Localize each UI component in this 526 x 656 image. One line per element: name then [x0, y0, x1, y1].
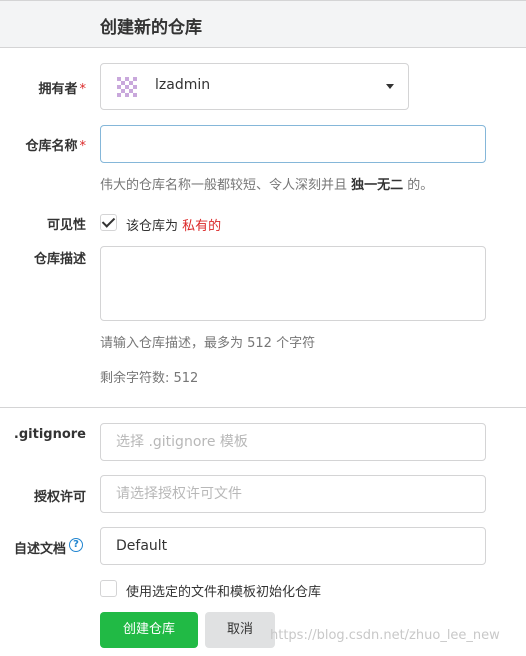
owner-dropdown[interactable]: lzadmin: [100, 63, 409, 110]
repo-name-help: 伟大的仓库名称一般都较短、令人深刻并且 独一无二 的。: [100, 178, 434, 193]
visibility-label: 可见性: [46, 218, 86, 233]
description-label: 仓库描述: [33, 252, 86, 267]
chevron-down-icon: [386, 84, 394, 89]
private-checkbox[interactable]: [100, 214, 117, 231]
owner-name: lzadmin: [155, 77, 211, 93]
license-select[interactable]: [100, 475, 486, 513]
watermark: https://blog.csdn.net/zhuo_lee_new: [270, 628, 500, 643]
description-textarea[interactable]: [100, 246, 486, 321]
readme-select[interactable]: [100, 527, 486, 565]
page-header: 创建新的仓库: [0, 0, 526, 48]
auto-init-checkbox[interactable]: [100, 580, 117, 597]
create-repo-button[interactable]: 创建仓库: [100, 612, 198, 648]
repo-name-input[interactable]: [100, 125, 486, 163]
page-title: 创建新的仓库: [100, 18, 202, 38]
repo-name-label: 仓库名称 *: [25, 139, 87, 154]
question-circle-icon[interactable]: ?: [69, 538, 83, 552]
remaining-chars: 剩余字符数: 512: [100, 371, 199, 386]
cancel-button[interactable]: 取消: [205, 612, 275, 648]
license-label: 授权许可: [33, 490, 86, 505]
private-checkbox-label: 该仓库为 私有的: [126, 219, 222, 234]
avatar: [115, 75, 139, 99]
required-mark: *: [79, 82, 87, 97]
description-help: 请输入仓库描述，最多为 512 个字符: [100, 336, 316, 351]
gitignore-select[interactable]: [100, 423, 486, 461]
required-mark: *: [79, 139, 87, 154]
gitignore-label: .gitignore: [13, 427, 86, 442]
owner-label: 拥有者 *: [38, 82, 87, 97]
auto-init-label: 使用选定的文件和模板初始化仓库: [126, 585, 322, 600]
section-divider: [0, 407, 526, 408]
readme-label: 自述文档: [13, 542, 66, 557]
